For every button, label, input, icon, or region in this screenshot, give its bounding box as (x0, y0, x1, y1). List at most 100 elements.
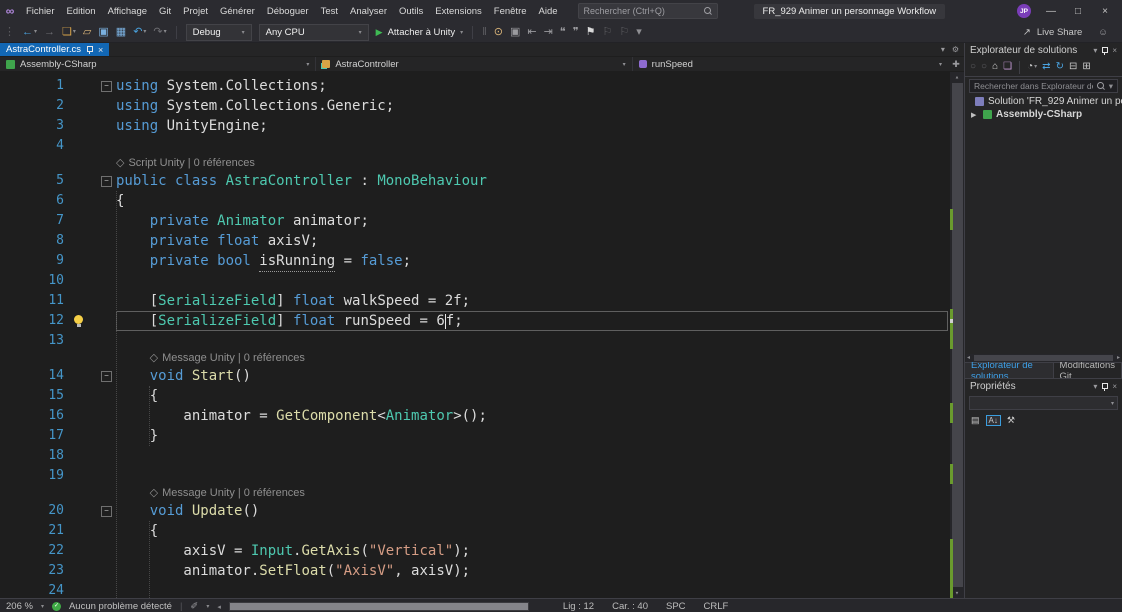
menu-git[interactable]: Git (153, 6, 177, 17)
line-number[interactable]: 23 (0, 561, 70, 581)
line-number[interactable]: 3 (0, 116, 70, 136)
line-number[interactable]: 20 (0, 501, 70, 521)
close-panel-icon[interactable]: × (1112, 382, 1117, 391)
code-line[interactable]: 8 private float axisV; (0, 231, 964, 251)
redo-icon[interactable]: ↷▾ (153, 27, 166, 38)
line-number[interactable]: 14 (0, 366, 70, 386)
save-all-icon[interactable]: ▦ (116, 27, 126, 38)
codelens-references[interactable]: ◇Script Unity | 0 références (116, 156, 255, 171)
codelens-references[interactable]: ◇Message Unity | 0 références (150, 351, 305, 366)
navbar-type-dropdown[interactable]: AstraController ▾ (316, 57, 632, 71)
code-text[interactable]: animator = GetComponent<Animator>(); (116, 406, 964, 426)
save-icon[interactable]: ▣ (98, 27, 108, 38)
line-number[interactable]: 7 (0, 211, 70, 231)
menu-edition[interactable]: Edition (61, 6, 102, 17)
pin-panel-icon[interactable] (1101, 47, 1108, 54)
line-number[interactable]: 11 (0, 291, 70, 311)
comment-icon[interactable]: ❝ (560, 27, 566, 38)
navbar-project-dropdown[interactable]: Assembly-CSharp ▾ (0, 57, 316, 71)
code-line[interactable]: 1−using System.Collections; (0, 76, 964, 96)
menu-test[interactable]: Test (315, 6, 344, 17)
line-number[interactable]: 8 (0, 231, 70, 251)
chevron-down-icon[interactable]: ▾ (1034, 64, 1037, 70)
refresh-icon[interactable]: ↻ (1056, 62, 1064, 72)
tree-item-assemblycsharp[interactable]: ▶Assembly-CSharp (965, 108, 1122, 121)
bookmark-icon[interactable]: ⚑ (586, 27, 596, 38)
editor-settings-icon[interactable]: ⚙ (952, 45, 959, 54)
expander-icon[interactable]: ▶ (971, 111, 979, 119)
scroll-up-icon[interactable]: ▴ (950, 72, 964, 82)
split-editor-icon[interactable]: ✚ (948, 57, 964, 71)
forward-icon[interactable]: ○ (981, 62, 987, 72)
menu-analyser[interactable]: Analyser (344, 6, 393, 17)
line-number[interactable]: 16 (0, 406, 70, 426)
line-number[interactable]: 13 (0, 331, 70, 351)
code-line[interactable]: 7 private Animator animator; (0, 211, 964, 231)
code-text[interactable] (116, 466, 964, 486)
code-line[interactable]: 24 (0, 581, 964, 598)
line-number[interactable]: 6 (0, 191, 70, 211)
scroll-right-icon[interactable]: ▸ (1117, 354, 1120, 362)
tab-astracontroller[interactable]: AstraController.cs × (0, 43, 109, 56)
outdent-icon[interactable]: ⇤ (527, 27, 536, 38)
scrollbar-thumb[interactable] (230, 603, 528, 610)
problems-status[interactable]: Aucun problème détecté (69, 601, 172, 612)
code-line[interactable]: 11 [SerializeField] float walkSpeed = 2f… (0, 291, 964, 311)
live-share-button[interactable]: ↗Live Share☺ (1023, 27, 1122, 38)
line-number[interactable]: 1 (0, 76, 70, 96)
code-line[interactable]: 5−public class AstraController : MonoBeh… (0, 171, 964, 191)
open-folder-icon[interactable]: ▱ (83, 27, 91, 38)
maximize-button[interactable]: □ (1071, 6, 1085, 17)
chevron-down-icon[interactable]: ▾ (143, 29, 146, 35)
code-text[interactable]: axisV = Input.GetAxis("Vertical"); (116, 541, 964, 561)
code-line[interactable]: 17 } (0, 426, 964, 446)
line-number[interactable]: 9 (0, 251, 70, 271)
debug-configuration-dropdown[interactable]: Debug▾ (186, 24, 252, 41)
active-files-dropdown-icon[interactable]: ▾ (941, 45, 945, 54)
new-file-icon[interactable]: ❏▾ (62, 27, 76, 38)
find-in-files-icon[interactable]: ⊙ (494, 27, 503, 38)
panel-tab-explorateurdesolutions[interactable]: Explorateur de solutions (965, 363, 1054, 378)
code-line[interactable]: 9 private bool isRunning = false; (0, 251, 964, 271)
panel-tab-modificationsgit[interactable]: Modifications Git (1054, 363, 1122, 378)
status-line[interactable]: Lig : 12 (563, 601, 594, 612)
navigate-back-icon[interactable]: ←▾ (22, 27, 37, 38)
code-text[interactable]: void Start() (116, 366, 964, 386)
code-line[interactable]: 22 axisV = Input.GetAxis("Vertical"); (0, 541, 964, 561)
zoom-level[interactable]: 206 % (6, 601, 33, 612)
menu-generer[interactable]: Générer (214, 6, 261, 17)
switch-views-icon[interactable]: ❏ (1003, 62, 1012, 72)
code-line[interactable]: 6{ (0, 191, 964, 211)
code-text[interactable] (116, 331, 964, 351)
code-line[interactable]: 10 (0, 271, 964, 291)
platform-dropdown[interactable]: Any CPU▾ (259, 24, 369, 41)
fold-collapse-icon[interactable]: − (101, 176, 112, 187)
hot-reload-icon[interactable]: ‖ (482, 27, 487, 38)
solution-explorer-hscrollbar[interactable]: ◂ ▸ (966, 354, 1121, 362)
code-text[interactable]: [SerializeField] float walkSpeed = 2f; (116, 291, 964, 311)
menu-fenetre[interactable]: Fenêtre (488, 6, 533, 17)
properties-object-dropdown[interactable]: ▾ (969, 396, 1118, 410)
chevron-down-icon[interactable]: ▾ (1093, 382, 1097, 391)
attach-to-unity-button[interactable]: ▶Attacher à Unity▾ (376, 27, 464, 38)
code-line[interactable]: 19 (0, 466, 964, 486)
collapse-all-icon[interactable]: ⊟ (1069, 62, 1077, 72)
home-icon[interactable]: ⌂ (992, 62, 998, 72)
uncomment-icon[interactable]: ❞ (573, 27, 579, 38)
line-number[interactable]: 15 (0, 386, 70, 406)
chevron-down-icon[interactable]: ▾ (460, 29, 463, 36)
code-text[interactable]: private float axisV; (116, 231, 964, 251)
code-text[interactable]: } (116, 426, 964, 446)
navbar-member-dropdown[interactable]: runSpeed ▾ (633, 57, 948, 71)
pin-tab-icon[interactable] (86, 46, 93, 53)
line-number[interactable]: 22 (0, 541, 70, 561)
line-number[interactable]: 10 (0, 271, 70, 291)
navigate-forward-icon[interactable]: → (44, 27, 55, 38)
code-text[interactable]: { (116, 386, 964, 406)
line-number[interactable]: 12 (0, 311, 70, 331)
code-line[interactable]: 2using System.Collections.Generic; (0, 96, 964, 116)
code-text[interactable] (116, 271, 964, 291)
code-line[interactable]: 23 animator.SetFloat("AxisV", axisV); (0, 561, 964, 581)
menu-deboguer[interactable]: Déboguer (261, 6, 315, 17)
code-line[interactable]: 12 [SerializeField] float runSpeed = 6f; (0, 311, 964, 331)
